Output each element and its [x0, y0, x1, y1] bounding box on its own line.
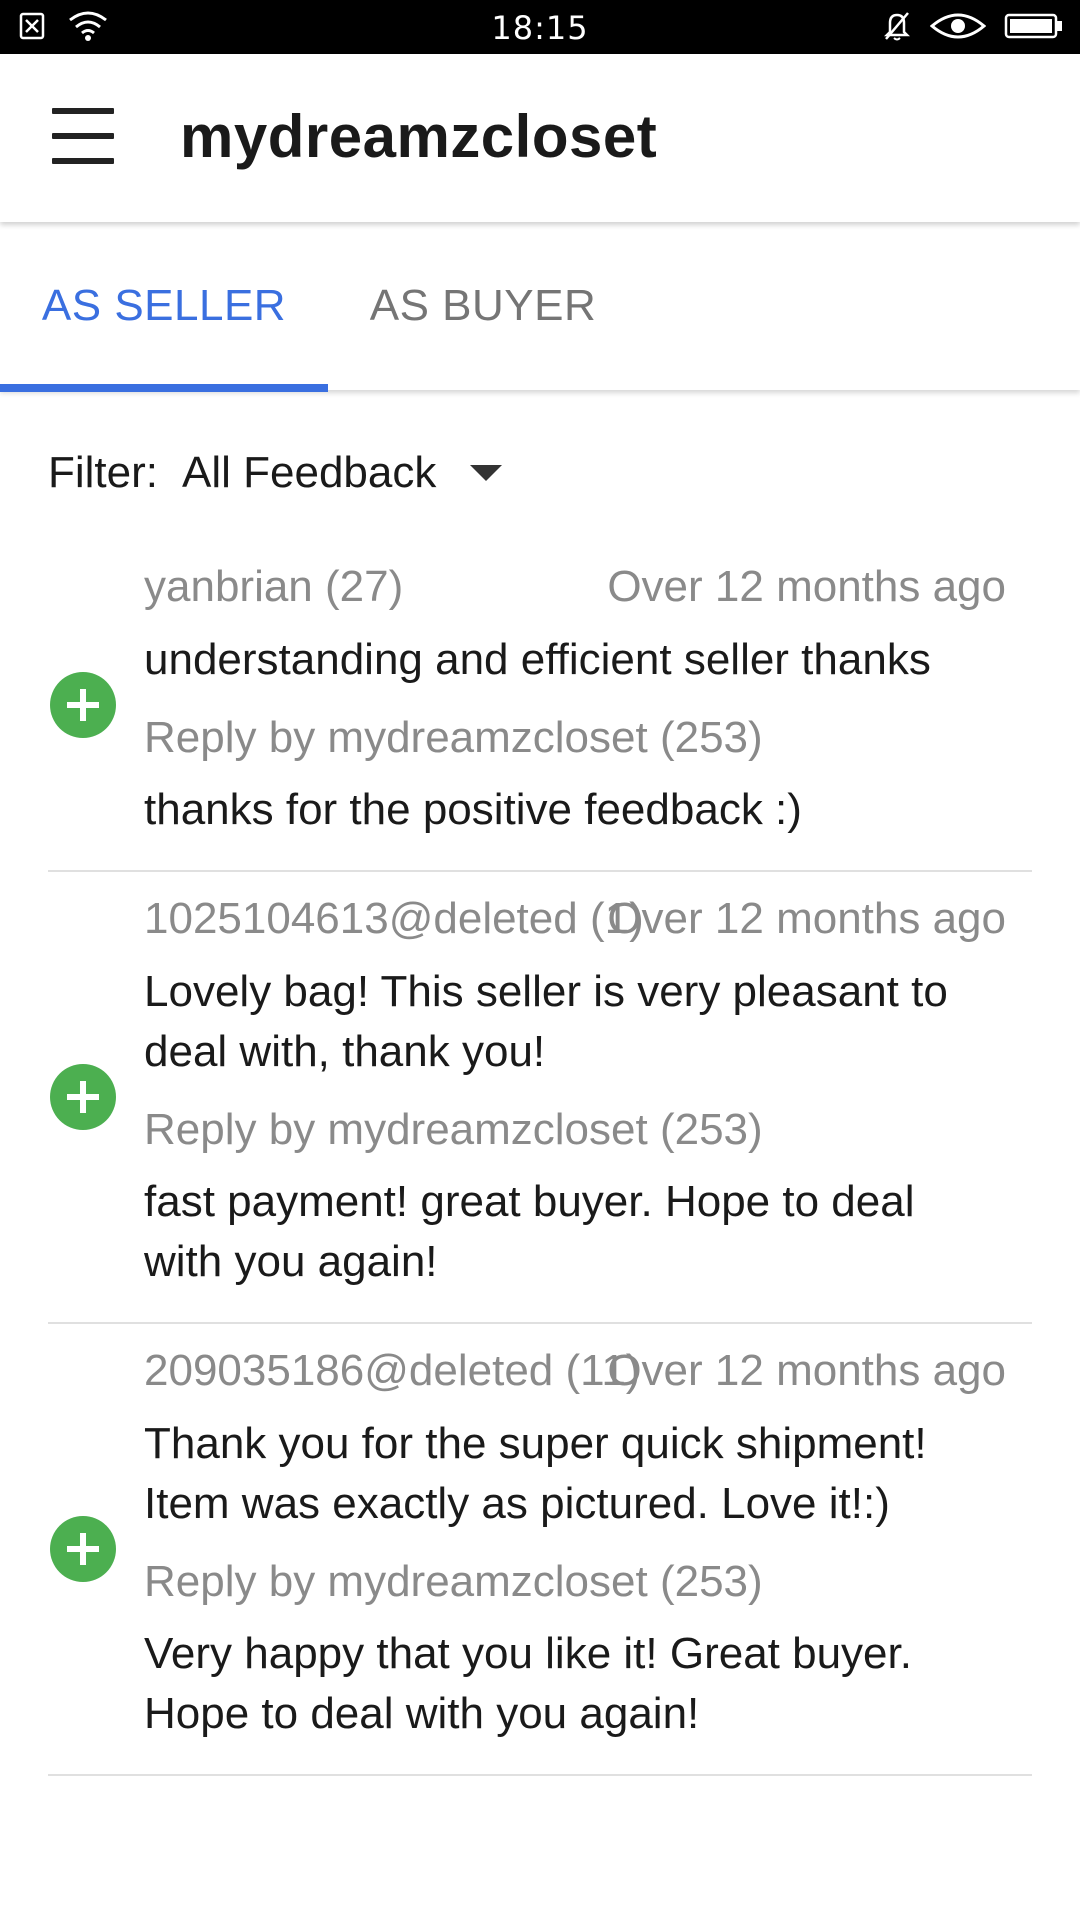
status-bar: 18:15: [0, 0, 1080, 54]
feedback-user[interactable]: 209035186@deleted (11): [144, 1346, 640, 1396]
feedback-item: 209035186@deleted (11) Over 12 months ag…: [48, 1324, 1032, 1776]
battery-icon: [1004, 13, 1062, 39]
positive-plus-icon: [50, 1064, 116, 1130]
positive-plus-icon: [50, 1516, 116, 1582]
tab-as-seller[interactable]: AS SELLER: [0, 222, 328, 390]
feedback-comment: understanding and efficient seller thank…: [144, 635, 931, 684]
reply-author: Reply by mydreamzcloset (253): [144, 1557, 763, 1606]
feedback-user[interactable]: yanbrian (27): [144, 562, 403, 612]
feedback-filter[interactable]: Filter: All Feedback: [48, 448, 503, 498]
feedback-comment: Thank you for the super quick shipment! …: [144, 1419, 927, 1528]
feedback-date: Over 12 months ago: [607, 1346, 1006, 1395]
bell-off-icon: [883, 12, 911, 41]
reply-text: thanks for the positive feedback :): [144, 785, 802, 834]
dropdown-caret-icon[interactable]: [470, 465, 503, 481]
filter-value[interactable]: All Feedback: [182, 448, 436, 498]
hamburger-menu-icon[interactable]: [52, 108, 114, 164]
status-icons-right: [882, 10, 1064, 42]
active-tab-indicator: [0, 384, 328, 392]
reply-text: Very happy that you like it! Great buyer…: [144, 1629, 912, 1738]
app-bar: mydreamzcloset: [0, 54, 1080, 222]
tab-bar: AS SELLER AS BUYER: [0, 222, 1080, 392]
page-title: mydreamzcloset: [180, 103, 658, 170]
reply-text: fast payment! great buyer. Hope to deal …: [144, 1177, 915, 1286]
reply-author: Reply by mydreamzcloset (253): [144, 1105, 763, 1154]
filter-label: Filter:: [48, 448, 158, 497]
eye-icon: [930, 13, 986, 39]
positive-plus-icon: [50, 672, 116, 738]
feedback-item: 1025104613@deleted (1) Over 12 months ag…: [48, 872, 1032, 1324]
feedback-user[interactable]: 1025104613@deleted (1): [144, 894, 644, 944]
feedback-item: yanbrian (27) Over 12 months ago underst…: [48, 540, 1032, 872]
feedback-list: yanbrian (27) Over 12 months ago underst…: [0, 540, 1080, 1776]
feedback-date: Over 12 months ago: [607, 894, 1006, 943]
feedback-comment: Lovely bag! This seller is very pleasant…: [144, 967, 948, 1076]
reply-author: Reply by mydreamzcloset (253): [144, 713, 763, 762]
feedback-date: Over 12 months ago: [607, 562, 1006, 611]
tab-as-buyer[interactable]: AS BUYER: [328, 222, 638, 390]
